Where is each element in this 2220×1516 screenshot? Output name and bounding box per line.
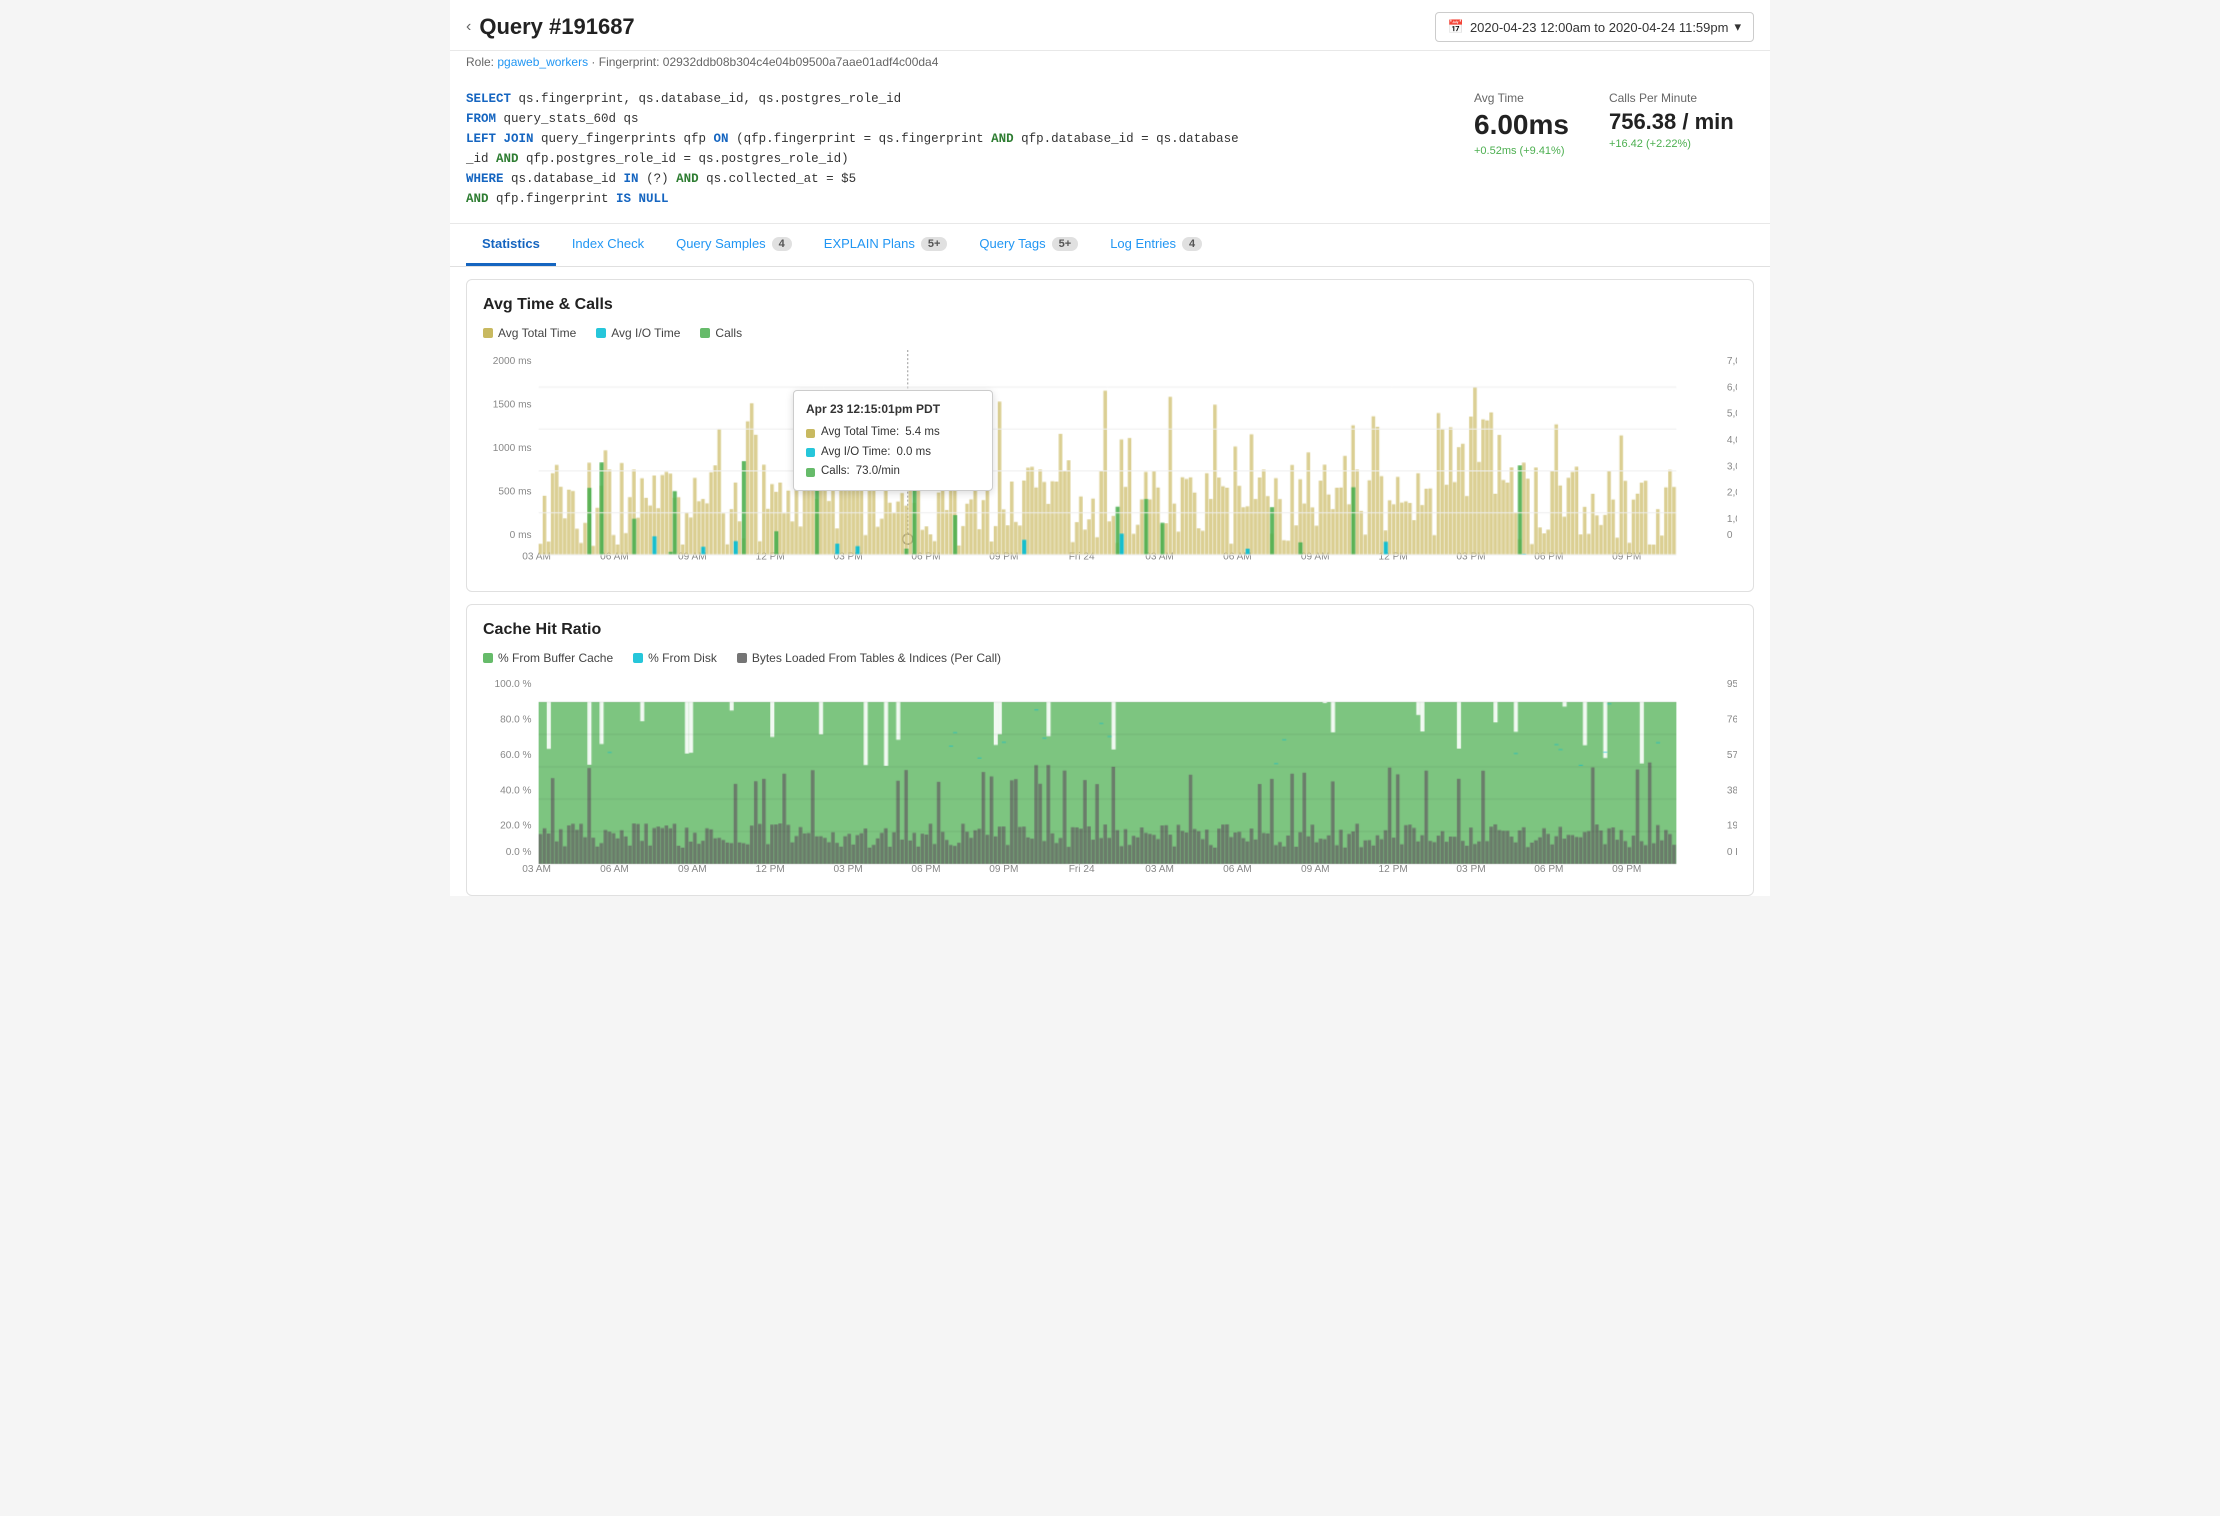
calls-value: 756.38 / min xyxy=(1609,110,1734,134)
avg-time-chart-title: Avg Time & Calls xyxy=(483,296,1737,314)
legend-disk-label: % From Disk xyxy=(648,651,717,665)
legend-avg-io-time-label: Avg I/O Time xyxy=(611,326,680,340)
tab-log-entries-badge: 4 xyxy=(1182,237,1202,251)
tooltip-value-avg-io: 0.0 ms xyxy=(896,443,931,463)
role-label: Role: xyxy=(466,55,494,69)
tabs-bar: Statistics Index Check Query Samples 4 E… xyxy=(450,224,1770,267)
legend-disk-dot xyxy=(633,653,643,663)
tab-query-tags[interactable]: Query Tags 5+ xyxy=(963,224,1094,266)
tooltip-title: Apr 23 12:15:01pm PDT xyxy=(806,399,980,419)
chevron-down-icon: ▾ xyxy=(1734,19,1741,35)
tooltip-row-avg-io: Avg I/O Time: 0.0 ms xyxy=(806,443,980,463)
tab-log-entries[interactable]: Log Entries 4 xyxy=(1094,224,1218,266)
tooltip-dot-avg-io xyxy=(806,448,815,457)
calls-label: Calls Per Minute xyxy=(1609,89,1697,108)
legend-bytes-loaded: Bytes Loaded From Tables & Indices (Per … xyxy=(737,651,1001,665)
tab-statistics-label: Statistics xyxy=(482,236,540,251)
cache-hit-legend: % From Buffer Cache % From Disk Bytes Lo… xyxy=(483,651,1737,665)
svg-text:7,000: 7,000 xyxy=(1727,356,1737,367)
legend-calls-label: Calls xyxy=(715,326,742,340)
tooltip-label-avg-io: Avg I/O Time: xyxy=(821,443,890,463)
avg-time-stat: Avg Time 6.00ms +0.52ms (+9.41%) xyxy=(1474,89,1569,161)
tab-query-samples-badge: 4 xyxy=(772,237,792,251)
tab-index-check-label: Index Check xyxy=(572,236,644,251)
cache-hit-canvas xyxy=(483,697,1737,879)
tab-statistics[interactable]: Statistics xyxy=(466,224,556,266)
svg-text:100.0 %: 100.0 % xyxy=(494,679,531,690)
avg-time-canvas xyxy=(483,382,1737,574)
page-header: ‹ Query #191687 📅 2020-04-23 12:00am to … xyxy=(450,0,1770,51)
sql-block: SELECT qs.fingerprint, qs.database_id, q… xyxy=(450,79,1770,224)
query-stats: Avg Time 6.00ms +0.52ms (+9.41%) Calls P… xyxy=(1474,89,1754,161)
tab-explain-plans[interactable]: EXPLAIN Plans 5+ xyxy=(808,224,964,266)
avg-time-label: Avg Time xyxy=(1474,89,1524,108)
legend-calls: Calls xyxy=(700,326,742,340)
tooltip-dot-avg-total xyxy=(806,429,815,438)
avg-time-delta: +0.52ms (+9.41%) xyxy=(1474,143,1565,161)
cache-chart-area: 100.0 % 80.0 % 60.0 % 40.0 % 20.0 % 0.0 … xyxy=(483,675,1737,879)
tooltip-row-avg-total: Avg Total Time: 5.4 ms xyxy=(806,423,980,443)
legend-bytes-loaded-label: Bytes Loaded From Tables & Indices (Per … xyxy=(752,651,1001,665)
role-link[interactable]: pgaweb_workers xyxy=(497,55,588,69)
legend-avg-total-time-label: Avg Total Time xyxy=(498,326,576,340)
page-title: Query #191687 xyxy=(479,14,634,40)
legend-buffer-cache-dot xyxy=(483,653,493,663)
avg-time-value: 6.00ms xyxy=(1474,110,1569,141)
fingerprint-text: · Fingerprint: 02932ddb08b304c4e04b09500… xyxy=(591,55,938,69)
legend-buffer-cache-label: % From Buffer Cache xyxy=(498,651,613,665)
tab-query-samples-label: Query Samples xyxy=(676,236,766,251)
tooltip-dot-calls xyxy=(806,468,815,477)
avg-time-calls-panel: Avg Time & Calls Avg Total Time Avg I/O … xyxy=(466,279,1754,592)
tooltip-label-calls: Calls: xyxy=(821,462,850,482)
tooltip-value-calls: 73.0/min xyxy=(856,462,900,482)
tab-index-check[interactable]: Index Check xyxy=(556,224,660,266)
cache-hit-ratio-title: Cache Hit Ratio xyxy=(483,621,1737,639)
date-range-button[interactable]: 📅 2020-04-23 12:00am to 2020-04-24 11:59… xyxy=(1435,12,1754,42)
legend-disk: % From Disk xyxy=(633,651,717,665)
tab-explain-plans-label: EXPLAIN Plans xyxy=(824,236,915,251)
tab-query-samples[interactable]: Query Samples 4 xyxy=(660,224,808,266)
legend-avg-total-time: Avg Total Time xyxy=(483,326,576,340)
legend-bytes-loaded-dot xyxy=(737,653,747,663)
calls-stat: Calls Per Minute 756.38 / min +16.42 (+2… xyxy=(1609,89,1734,161)
tab-log-entries-label: Log Entries xyxy=(1110,236,1176,251)
avg-time-legend: Avg Total Time Avg I/O Time Calls xyxy=(483,326,1737,340)
chart-tooltip: Apr 23 12:15:01pm PDT Avg Total Time: 5.… xyxy=(793,390,993,491)
svg-text:2000 ms: 2000 ms xyxy=(493,356,532,367)
tooltip-label-avg-total: Avg Total Time: xyxy=(821,423,899,443)
svg-text:95.4 MB: 95.4 MB xyxy=(1727,679,1737,690)
calendar-icon: 📅 xyxy=(1448,19,1464,35)
date-range-text: 2020-04-23 12:00am to 2020-04-24 11:59pm xyxy=(1470,20,1729,35)
tab-query-tags-badge: 5+ xyxy=(1052,237,1079,251)
tooltip-value-avg-total: 5.4 ms xyxy=(905,423,940,443)
tab-query-tags-label: Query Tags xyxy=(979,236,1045,251)
back-button[interactable]: ‹ xyxy=(466,18,471,36)
legend-avg-io-time: Avg I/O Time xyxy=(596,326,680,340)
meta-line: Role: pgaweb_workers · Fingerprint: 0293… xyxy=(450,51,1770,79)
calls-delta: +16.42 (+2.22%) xyxy=(1609,136,1691,154)
header-left: ‹ Query #191687 xyxy=(466,14,635,40)
tab-explain-plans-badge: 5+ xyxy=(921,237,948,251)
cache-hit-ratio-panel: Cache Hit Ratio % From Buffer Cache % Fr… xyxy=(466,604,1754,896)
legend-calls-dot xyxy=(700,328,710,338)
legend-avg-total-time-dot xyxy=(483,328,493,338)
legend-avg-io-time-dot xyxy=(596,328,606,338)
legend-buffer-cache: % From Buffer Cache xyxy=(483,651,613,665)
tooltip-row-calls: Calls: 73.0/min xyxy=(806,462,980,482)
sql-code: SELECT qs.fingerprint, qs.database_id, q… xyxy=(466,89,1450,209)
